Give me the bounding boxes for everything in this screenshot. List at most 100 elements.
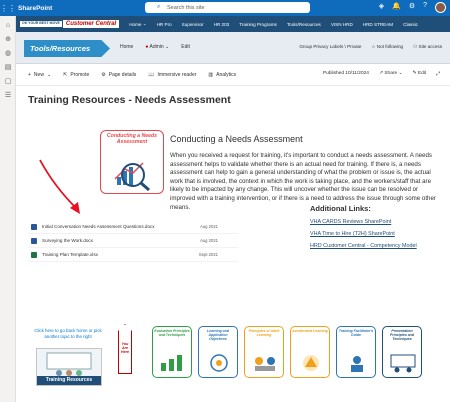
document-name[interactable]: Training Plan Template.xlsx bbox=[42, 252, 98, 257]
site-access-label: Site access bbox=[418, 44, 443, 49]
word-file-icon bbox=[31, 237, 37, 244]
hub-item-classic[interactable]: Classic bbox=[403, 22, 418, 27]
hub-item-visn-hrd[interactable]: VISN HRD bbox=[331, 22, 353, 27]
app-launcher-icon[interactable]: ⋮⋮ bbox=[0, 0, 16, 16]
avatar[interactable] bbox=[435, 2, 446, 13]
home-hint-text: Click here to go back home or pick anoth… bbox=[34, 328, 102, 339]
topic-tile-accelerated[interactable]: Accelerated Learning bbox=[290, 326, 330, 378]
new-label: New bbox=[33, 71, 44, 78]
site-nav-admin[interactable]: ● Admin ⌄ bbox=[145, 44, 169, 50]
chevron-down-icon: ⌄ bbox=[46, 71, 52, 78]
hub-item-hr-203[interactable]: HR 203 bbox=[214, 22, 230, 27]
needs-assessment-image: Conducting a Needs Assessment bbox=[100, 130, 164, 194]
promote-label: Promote bbox=[70, 71, 90, 78]
share-button[interactable]: ↗ Share ⌄ bbox=[379, 71, 403, 77]
hub-item-training-programs[interactable]: Training Programs bbox=[239, 22, 277, 27]
site-header: Tools/Resources Home ● Admin ⌄ Edit Grou… bbox=[16, 32, 450, 64]
link-competency-model[interactable]: HRD Customer Central - Competency Model bbox=[310, 243, 450, 249]
globe-icon[interactable]: ⊕ bbox=[0, 35, 16, 43]
site-access-button[interactable]: ⚇ Site access bbox=[413, 44, 442, 50]
command-bar-right: Published 10/11/2024 ↗ Share ⌄ ✎ Edit ⤢ bbox=[323, 71, 440, 77]
hub-item-supervisor[interactable]: Supervisor bbox=[182, 22, 204, 27]
site-nav-edit[interactable]: Edit bbox=[181, 44, 190, 50]
red-arrow-icon bbox=[39, 159, 80, 214]
link-time-to-hire[interactable]: VHA Time to Hire (T2H) SharePoint bbox=[310, 231, 450, 237]
edit-label: Edit bbox=[417, 71, 427, 76]
document-name[interactable]: Initial Conversation Needs Assessment Qu… bbox=[42, 224, 155, 229]
tile-label: Training Facilitator's Guide bbox=[338, 329, 374, 338]
classroom-illustration-icon bbox=[46, 352, 92, 376]
hub-item-home[interactable]: Home bbox=[129, 22, 141, 27]
training-resources-home-tile[interactable]: Training Resources bbox=[36, 348, 102, 386]
document-name[interactable]: Surveying the Work.docx bbox=[42, 238, 93, 243]
news-icon[interactable]: ▤ bbox=[0, 63, 16, 71]
training-resources-label: Training Resources bbox=[37, 376, 101, 385]
home-icon[interactable]: ⌂ bbox=[0, 22, 16, 29]
word-file-icon bbox=[31, 223, 37, 230]
left-app-rail: ⌂ ⊕ ◍ ▤ ▢ ☰ bbox=[0, 16, 16, 402]
facilitator-icon bbox=[351, 356, 363, 372]
analytics-icon: ▥ bbox=[208, 71, 214, 78]
lists-icon[interactable]: ☰ bbox=[0, 91, 16, 99]
analytics-button[interactable]: ▥ Analytics bbox=[208, 72, 236, 78]
chevron-down-icon: ⌄ bbox=[141, 21, 147, 26]
hub-logo[interactable]: OK YOUR BEST MOVE Customer Central bbox=[20, 20, 120, 28]
share-label: Share bbox=[384, 71, 398, 76]
page-title: Training Resources - Needs Assessment bbox=[28, 94, 231, 106]
topic-tile-presentation[interactable]: Presentation Principles and Techniques bbox=[382, 326, 422, 378]
additional-links-heading: Additional Links: bbox=[310, 204, 371, 213]
search-placeholder: Search this site bbox=[167, 4, 205, 11]
site-logo-tag[interactable]: Tools/Resources bbox=[24, 40, 110, 57]
document-row[interactable]: Initial Conversation Needs Assessment Qu… bbox=[28, 220, 238, 234]
hub-item-hrd-stream[interactable]: HRD STREAM bbox=[363, 22, 393, 27]
section-heading: Conducting a Needs Assessment bbox=[170, 134, 303, 144]
help-icon[interactable]: ? bbox=[423, 2, 427, 13]
topic-tile-facilitator[interactable]: Training Facilitator's Guide bbox=[336, 326, 376, 378]
my-sites-icon[interactable]: ◍ bbox=[0, 49, 16, 57]
topic-tile-adult-learning[interactable]: Principles of Adult Learning bbox=[244, 326, 284, 378]
excel-file-icon bbox=[31, 251, 37, 258]
command-bar: + New ⌄ ⇱ Promote ⚙ Page details 📖 Immersive … bbox=[16, 64, 450, 86]
topic-tile-objectives[interactable]: Learning and Application Objectives bbox=[198, 326, 238, 378]
settings-icon[interactable]: ⚙ bbox=[409, 2, 415, 13]
files-icon[interactable]: ▢ bbox=[0, 77, 16, 85]
search-icon: ⌕ bbox=[157, 4, 161, 10]
document-date: Sept 2021 bbox=[198, 252, 218, 257]
copilot-icon[interactable]: ◈ bbox=[379, 2, 384, 13]
immersive-reader-button[interactable]: 📖 Immersive reader bbox=[148, 72, 196, 78]
hub-item-hr-pro[interactable]: HR Pro bbox=[157, 22, 172, 27]
document-row[interactable]: Surveying the Work.docx Aug 2021 bbox=[28, 234, 238, 248]
site-nav-home[interactable]: Home bbox=[120, 44, 133, 50]
expand-icon[interactable]: ⤢ bbox=[436, 71, 440, 77]
hub-item-tools-resources[interactable]: Tools/Resources bbox=[287, 22, 321, 27]
document-row[interactable]: Training Plan Template.xlsx Sept 2021 bbox=[28, 248, 238, 262]
document-date: Aug 2021 bbox=[200, 224, 218, 229]
suite-icons: ◈ 🔔 ⚙ ? bbox=[379, 2, 446, 13]
document-library: Initial Conversation Needs Assessment Qu… bbox=[28, 220, 238, 262]
follow-button[interactable]: ☆ Not following bbox=[371, 44, 403, 50]
follow-label: Not following bbox=[376, 44, 404, 49]
tile-label: Evaluation Principles and Techniques bbox=[154, 329, 190, 338]
tile-label: Accelerated Learning bbox=[292, 329, 328, 333]
new-button[interactable]: + New ⌄ bbox=[28, 72, 51, 78]
immersive-reader-label: Immersive reader bbox=[157, 71, 197, 78]
page-canvas: Training Resources - Needs Assessment Co… bbox=[16, 86, 450, 402]
you-are-here-marker: You Are Here bbox=[118, 324, 132, 374]
notifications-icon[interactable]: 🔔 bbox=[392, 2, 401, 13]
link-cards-reviews[interactable]: VHA CARDS Reviews SharePoint bbox=[310, 219, 450, 225]
search-box[interactable]: ⌕ Search this site bbox=[145, 2, 310, 13]
edit-button[interactable]: ✎ Edit bbox=[413, 71, 427, 77]
gear-icon: ⚙ bbox=[101, 71, 106, 78]
app-name[interactable]: SharePoint bbox=[18, 5, 52, 12]
analytics-label: Analytics bbox=[216, 71, 237, 78]
promote-button[interactable]: ⇱ Promote bbox=[63, 72, 89, 78]
hub-logo-text: Customer Central bbox=[62, 20, 120, 28]
topic-tile-evaluation[interactable]: Evaluation Principles and Techniques bbox=[152, 326, 192, 378]
page-details-button[interactable]: ⚙ Page details bbox=[101, 72, 136, 78]
page-details-label: Page details bbox=[108, 71, 137, 78]
accelerated-learning-icon bbox=[303, 355, 319, 371]
site-nav: Home ● Admin ⌄ Edit bbox=[120, 44, 190, 50]
reader-icon: 📖 bbox=[148, 71, 155, 78]
promote-icon: ⇱ bbox=[63, 71, 68, 78]
magnifier-chart-icon bbox=[114, 162, 150, 191]
